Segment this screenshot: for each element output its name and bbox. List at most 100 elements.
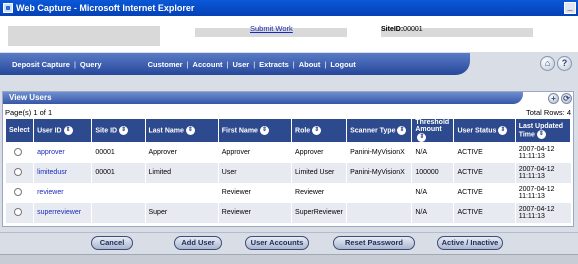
add-icon[interactable]: + [548, 93, 559, 104]
col-last-updated[interactable]: Last Updated Time ⇕ [514, 118, 572, 143]
col-threshold-label: Threshold Amount [415, 119, 450, 133]
window-titlebar: Web Capture - Microsoft Internet Explore… [0, 0, 578, 16]
select-radio[interactable] [14, 187, 22, 196]
select-radio[interactable] [14, 167, 22, 176]
col-select-label: Select [9, 127, 30, 134]
col-select: Select [4, 118, 35, 143]
threshold-cell: N/A [411, 202, 454, 223]
first-name-cell: Approver [217, 142, 292, 163]
user-id-link[interactable]: approver [33, 142, 92, 163]
user-id-link[interactable]: limitedusr [33, 162, 92, 183]
col-threshold[interactable]: Threshold Amount⇕ [411, 118, 455, 143]
nav-account[interactable]: Account [193, 60, 223, 69]
nav-user[interactable]: User [233, 60, 250, 69]
col-user-id-label: User ID [37, 127, 62, 135]
last-name-cell [144, 182, 219, 203]
col-site-id-label: Site ID [95, 127, 118, 135]
threshold-cell: 100000 [411, 162, 454, 183]
nav-customer[interactable]: Customer [148, 60, 183, 69]
scanner-cell: Panini-MyVisionX [346, 162, 412, 183]
select-cell [4, 202, 34, 223]
sort-icon[interactable]: ⇕ [536, 129, 546, 139]
header-frame [0, 16, 578, 52]
select-radio[interactable] [14, 207, 22, 216]
col-scanner-type[interactable]: Scanner Type ⇕ [346, 118, 413, 143]
sort-icon[interactable]: ⇕ [498, 126, 508, 135]
help-icon[interactable]: ? [557, 56, 572, 71]
site-id-cell [91, 202, 145, 223]
reset-password-button[interactable]: Reset Password [333, 236, 415, 250]
role-cell: Reviewer [291, 182, 347, 203]
status-bar [0, 254, 578, 264]
submit-work-link[interactable]: Submit Work [250, 24, 293, 33]
threshold-cell: N/A [411, 182, 454, 203]
col-role[interactable]: Role ⇕ [291, 118, 348, 143]
table-row[interactable]: superreviewer Super Reviewer SuperReview… [4, 202, 571, 223]
col-user-id[interactable]: User ID ⇕ [33, 118, 93, 143]
role-cell: SuperReviewer [291, 202, 347, 223]
table-header-row: Select User ID ⇕ Site ID ⇕ Last Name ⇕ Firs… [4, 118, 572, 143]
sort-icon[interactable]: ⇕ [119, 126, 129, 135]
home-icon[interactable]: ⌂ [540, 56, 555, 71]
add-user-button[interactable]: Add User [174, 236, 222, 250]
site-id-cell [91, 182, 145, 203]
last-name-cell: Super [144, 202, 219, 223]
select-radio[interactable] [14, 147, 22, 156]
select-cell [4, 162, 34, 183]
sort-icon[interactable]: ⇕ [185, 126, 195, 135]
col-user-status-label: User Status [457, 127, 497, 135]
col-first-name[interactable]: First Name ⇕ [217, 118, 293, 143]
nav-logout[interactable]: Logout [330, 60, 355, 69]
scanner-cell [346, 182, 412, 203]
nav-separator: | [73, 59, 76, 69]
updated-cell: 2007-04-12 11:11:13 [514, 142, 571, 163]
nav-extracts[interactable]: Extracts [259, 60, 289, 69]
user-id-link[interactable]: superreviewer [33, 202, 92, 223]
page-count: Page(s) 1 of 1 [5, 108, 53, 117]
site-id-label: SiteID: [381, 26, 404, 33]
ie-icon [3, 3, 13, 13]
updated-time: 11:11:13 [518, 172, 545, 180]
minimize-button[interactable]: _ [564, 2, 576, 14]
nav-separator: | [226, 59, 229, 69]
refresh-icon[interactable]: ⟳ [561, 93, 572, 104]
updated-cell: 2007-04-12 11:11:13 [514, 202, 571, 223]
status-cell: ACTIVE [453, 142, 516, 163]
col-user-status[interactable]: User Status ⇕ [453, 118, 516, 143]
status-cell: ACTIVE [453, 202, 516, 223]
threshold-cell: N/A [411, 142, 454, 163]
table-row[interactable]: reviewer Reviewer Reviewer N/A ACTIVE 20… [4, 182, 571, 203]
updated-date: 2007-04-12 [518, 145, 555, 153]
sort-icon[interactable]: ⇕ [397, 126, 407, 135]
col-site-id[interactable]: Site ID ⇕ [91, 118, 146, 143]
table-row[interactable]: approver 00001 Approver Approver Approve… [4, 142, 571, 163]
site-id-value: 00001 [403, 26, 423, 33]
nav-separator: | [253, 59, 256, 69]
col-last-name[interactable]: Last Name ⇕ [144, 118, 219, 143]
nav-deposit-capture[interactable]: Deposit Capture [12, 60, 70, 69]
cancel-button[interactable]: Cancel [91, 236, 133, 250]
nav-query[interactable]: Query [80, 60, 102, 69]
updated-date: 2007-04-12 [518, 165, 555, 173]
active-inactive-button[interactable]: Active / Inactive [437, 236, 503, 250]
scanner-cell [346, 202, 412, 223]
user-accounts-button[interactable]: User Accounts [245, 236, 309, 250]
main-nav: Deposit Capture | Query Customer | Accou… [0, 53, 470, 75]
site-id-cell: 00001 [91, 162, 145, 183]
window-title: Web Capture - Microsoft Internet Explore… [16, 3, 195, 13]
table-row[interactable]: limitedusr 00001 Limited User Limited Us… [4, 162, 571, 183]
role-cell: Limited User [291, 162, 347, 183]
sort-icon[interactable]: ⇕ [259, 126, 269, 135]
col-first-name-label: First Name [221, 127, 258, 135]
sort-icon[interactable]: ⇕ [63, 126, 73, 135]
site-id: SiteID:00001 [381, 26, 423, 33]
user-id-link[interactable]: reviewer [33, 182, 92, 203]
nav-separator: | [186, 59, 189, 69]
select-cell [4, 182, 34, 203]
sort-icon[interactable]: ⇕ [417, 133, 427, 142]
nav-about[interactable]: About [299, 60, 321, 69]
total-rows: Total Rows: 4 [525, 108, 571, 117]
first-name-cell: Reviewer [217, 182, 292, 203]
sort-icon[interactable]: ⇕ [312, 126, 322, 135]
updated-date: 2007-04-12 [518, 205, 555, 213]
